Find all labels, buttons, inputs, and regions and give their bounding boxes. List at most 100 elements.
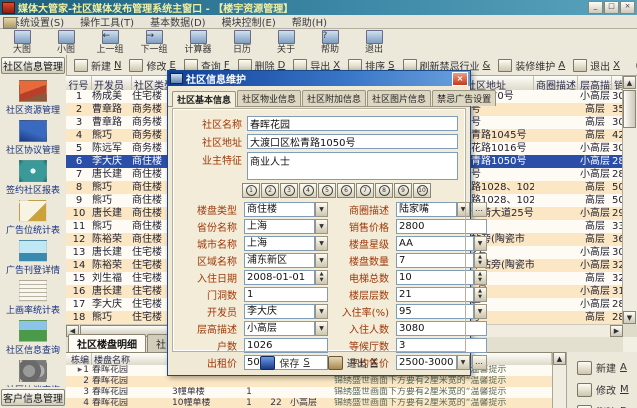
field-value[interactable]: 2800 — [396, 219, 487, 234]
field-control[interactable]: 上海 ▼ ▲▼ — [244, 236, 328, 251]
owner-trait-textarea[interactable] — [247, 152, 458, 180]
toolbar-button[interactable]: 小图 — [44, 29, 88, 55]
ellipsis-button[interactable]: … — [471, 355, 487, 370]
community-address-input[interactable] — [247, 134, 458, 149]
numbered-button[interactable]: 9 — [394, 183, 412, 198]
menu-item[interactable]: 帮助(H) — [284, 14, 335, 29]
dialog-close-icon[interactable]: × — [452, 71, 468, 86]
toolbar-button[interactable]: 关于 — [264, 29, 308, 55]
maximize-button[interactable]: □ — [604, 1, 619, 14]
dialog-tab[interactable]: 禁忌广告设置 — [432, 90, 497, 106]
field-control[interactable]: 上海 ▼ ▲▼ — [244, 219, 328, 234]
dropdown-arrow-icon[interactable]: ▼ — [315, 202, 328, 217]
field-value[interactable]: 上海 — [244, 219, 315, 234]
field-value[interactable]: 2008-01-01 — [244, 270, 315, 285]
field-value[interactable]: 95 — [396, 304, 474, 319]
vertical-scrollbar[interactable]: ▲ ▼ — [622, 76, 637, 324]
dialog-tab[interactable]: 社区附加信息 — [302, 90, 367, 106]
action-button[interactable]: 退出 X — [569, 57, 624, 74]
spinner-icon[interactable]: ▲ ▼ — [315, 270, 328, 285]
minimize-button[interactable]: _ — [588, 1, 603, 14]
numbered-button[interactable]: 8 — [375, 183, 393, 198]
field-control[interactable]: 3 ▼ ▲▼ … — [396, 338, 487, 353]
toolbar-button[interactable]: ? 帮助 — [308, 29, 352, 55]
scroll-up-icon[interactable]: ▲ — [553, 352, 566, 365]
dropdown-arrow-icon[interactable]: ▼ — [315, 321, 328, 336]
sidebar-group-community[interactable]: 社区信息管理 — [1, 57, 65, 74]
detail-vertical-scrollbar[interactable]: ▲ — [552, 352, 567, 408]
field-control[interactable]: 2800 ▼ ▲▼ … — [396, 219, 487, 234]
dialog-tab[interactable]: 社区物业信息 — [237, 90, 302, 106]
field-value[interactable]: 陆家嘴 — [396, 202, 457, 217]
dropdown-arrow-icon[interactable]: ▼ — [456, 202, 470, 217]
field-control[interactable]: 浦东新区 ▼ ▲▼ — [244, 253, 328, 268]
close-button[interactable]: × — [620, 1, 635, 14]
save-button[interactable]: 保存 S — [260, 355, 310, 370]
detail-row[interactable]: 4 春晖花园 10幢单楼 1 22 小高层 锦绣盛世画面下方要有2厘米宽的“温馨… — [66, 398, 623, 408]
field-control[interactable]: 7 ▼ ▲▼ … — [396, 253, 487, 268]
sidebar-item[interactable]: 社区资源管理 — [1, 79, 65, 117]
field-value[interactable]: 商住楼 — [244, 202, 315, 217]
sidebar-group-customer[interactable]: 客户信息管理 — [1, 389, 65, 406]
menu-item[interactable]: 基本数据(D) — [142, 14, 214, 29]
field-control[interactable]: 1026 ▼ ▲▼ — [244, 338, 328, 353]
dropdown-arrow-icon[interactable]: ▼ — [315, 304, 328, 319]
field-value[interactable]: 1 — [244, 287, 328, 302]
detail-action-button[interactable]: 删除 D — [577, 404, 637, 408]
scroll-up-icon[interactable]: ▲ — [623, 76, 636, 89]
detail-row[interactable]: 2 春晖花园 锦绣盛世画面下方要有2厘米宽的“温馨提示 — [66, 376, 623, 387]
numbered-button[interactable]: 10 — [413, 183, 431, 198]
field-control[interactable]: 3080 ▼ ▲▼ … — [396, 321, 487, 336]
toolbar-button[interactable]: 大图 — [0, 29, 44, 55]
ellipsis-button[interactable]: … — [471, 202, 487, 217]
detail-row[interactable]: 3 春晖花园 3幢单楼 1 锦绣盛世画面下方要有2厘米宽的“温馨提示 — [66, 387, 623, 398]
field-control[interactable]: 小高层 ▼ ▲▼ — [244, 321, 328, 336]
sidebar-item[interactable]: 社区信息查询 — [1, 319, 65, 357]
field-value[interactable]: 1026 — [244, 338, 328, 353]
numbered-button[interactable]: 6 — [337, 183, 355, 198]
community-name-input[interactable] — [247, 116, 458, 131]
sidebar-item[interactable]: 上画率统计表 — [1, 279, 65, 317]
action-button[interactable]: 装修维护 A — [494, 57, 569, 74]
numbered-button[interactable]: 3 — [280, 183, 298, 198]
sidebar-item[interactable]: 广告刊登详情 — [1, 239, 65, 277]
menu-item[interactable]: 操作工具(T) — [72, 14, 142, 29]
col-community-type[interactable]: 社区类型 — [132, 76, 170, 90]
field-control[interactable]: 95 ▼ ▲▼ … — [396, 304, 487, 319]
col-estate-name[interactable]: 楼盘名称 — [92, 353, 172, 365]
scroll-down-icon[interactable]: ▼ — [623, 311, 636, 324]
toolbar-button[interactable]: 计算器 — [176, 29, 220, 55]
dialog-tab[interactable]: 社区图片信息 — [367, 90, 432, 106]
field-value[interactable]: 21 — [396, 287, 474, 302]
toolbar-button[interactable]: ← 上一组 — [88, 29, 132, 55]
dropdown-arrow-icon[interactable]: ▼ — [473, 304, 487, 319]
scroll-right-icon[interactable]: ▶ — [610, 325, 623, 337]
sidebar-item[interactable]: 签约社区报表 — [1, 159, 65, 197]
field-control[interactable]: 商住楼 ▼ ▲▼ — [244, 202, 328, 217]
sidebar-item[interactable]: 社区协议查询 — [1, 359, 65, 387]
spinner-icon[interactable]: ▲ ▼ — [473, 253, 487, 268]
col-height-desc[interactable]: 层高描述 — [578, 76, 612, 90]
field-value[interactable]: 浦东新区 — [244, 253, 315, 268]
col-row-number[interactable]: 行号 — [66, 76, 92, 90]
spinner-icon[interactable]: ▲ ▼ — [473, 287, 487, 302]
numbered-button[interactable]: 1 — [242, 183, 260, 198]
dropdown-arrow-icon[interactable]: ▼ — [315, 219, 328, 234]
sidebar-item[interactable]: 社区协议管理 — [1, 119, 65, 157]
field-value[interactable]: 李大庆 — [244, 304, 315, 319]
numbered-button[interactable]: 4 — [299, 183, 317, 198]
field-control[interactable]: AA ▼ ▲▼ … — [396, 236, 487, 251]
field-control[interactable]: 李大庆 ▼ ▲▼ — [244, 304, 328, 319]
field-value[interactable]: 10 — [396, 270, 474, 285]
detail-action-button[interactable]: 修改 M — [577, 382, 637, 397]
exit-button[interactable]: 退出 X — [327, 355, 378, 370]
detail-tab[interactable]: 社区楼盘明细 — [68, 334, 146, 352]
dialog-tab[interactable]: 社区基本信息 — [172, 91, 237, 107]
action-button[interactable]: 新建 N — [70, 57, 125, 74]
numbered-button[interactable]: 7 — [356, 183, 374, 198]
detail-action-button[interactable]: 新建 A — [577, 360, 637, 375]
spinner-icon[interactable]: ▲ ▼ — [473, 270, 487, 285]
field-value[interactable]: 3080 — [396, 321, 487, 336]
field-control[interactable]: 1 ▼ ▲▼ — [244, 287, 328, 302]
scrollbar-thumb[interactable] — [623, 90, 636, 128]
